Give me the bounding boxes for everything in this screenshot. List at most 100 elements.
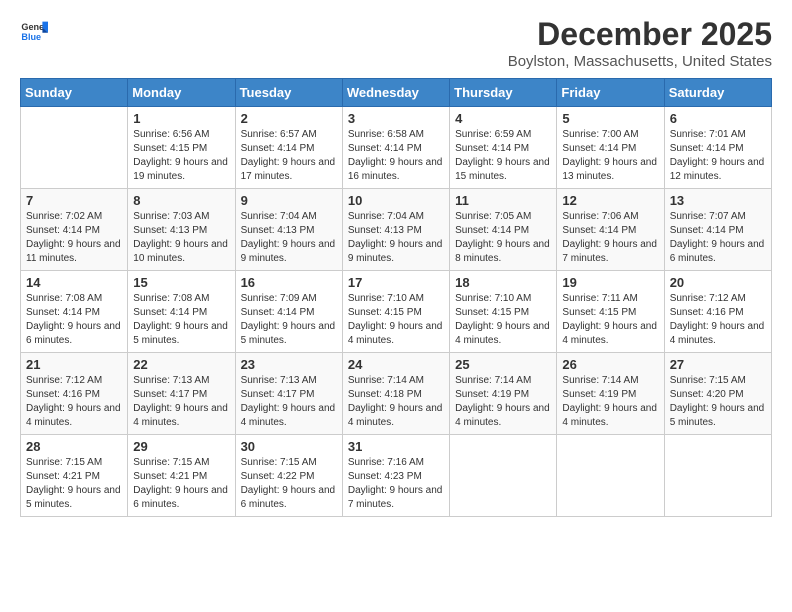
day-number: 20 (670, 275, 766, 290)
calendar-cell: 23Sunrise: 7:13 AMSunset: 4:17 PMDayligh… (235, 353, 342, 435)
day-number: 17 (348, 275, 444, 290)
cell-info: Sunrise: 7:09 AMSunset: 4:14 PMDaylight:… (241, 292, 337, 348)
day-number: 12 (562, 193, 658, 208)
cell-info: Sunrise: 7:01 AMSunset: 4:14 PMDaylight:… (670, 128, 766, 184)
calendar-cell: 26 Sunrise: 7:14 AMSunset: 4:19 PMDayligh… (557, 353, 664, 435)
cell-info: Sunrise: 7:13 AMSunset: 4:17 PMDaylight:… (241, 374, 337, 430)
cell-info: Sunrise: 6:56 AMSunset: 4:15 PMDaylight:… (133, 128, 229, 184)
cell-info: Sunrise: 7:12 AMSunset: 4:16 PMDaylight:… (26, 374, 122, 430)
cell-info: Sunrise: 7:00 AMSunset: 4:14 PMDaylight:… (562, 128, 658, 184)
day-number: 10 (348, 193, 444, 208)
day-header-wednesday: Wednesday (342, 79, 449, 107)
cell-info: Sunrise: 7:06 AMSunset: 4:14 PMDaylight:… (562, 210, 658, 266)
svg-text:Blue: Blue (21, 32, 41, 42)
day-number: 1 (133, 111, 229, 126)
day-number: 2 (241, 111, 337, 126)
cell-info: Sunrise: 7:15 AMSunset: 4:21 PMDaylight:… (133, 456, 229, 512)
calendar-cell: 21Sunrise: 7:12 AMSunset: 4:16 PMDayligh… (21, 353, 128, 435)
cell-info: Sunrise: 7:05 AMSunset: 4:14 PMDaylight:… (455, 210, 551, 266)
logo: General Blue (20, 16, 48, 44)
cell-info: Sunrise: 7:14 AMSunset: 4:19 PMDaylight:… (562, 374, 658, 430)
calendar-cell (664, 435, 771, 517)
cell-info: Sunrise: 7:10 AMSunset: 4:15 PMDaylight:… (348, 292, 444, 348)
calendar-cell: 30Sunrise: 7:15 AMSunset: 4:22 PMDayligh… (235, 435, 342, 517)
day-header-monday: Monday (128, 79, 235, 107)
cell-info: Sunrise: 7:04 AMSunset: 4:13 PMDaylight:… (241, 210, 337, 266)
cell-info: Sunrise: 7:08 AMSunset: 4:14 PMDaylight:… (26, 292, 122, 348)
day-number: 28 (26, 439, 122, 454)
day-number: 13 (670, 193, 766, 208)
cell-info: Sunrise: 7:14 AMSunset: 4:18 PMDaylight:… (348, 374, 444, 430)
day-number: 5 (562, 111, 658, 126)
cell-info: Sunrise: 7:16 AMSunset: 4:23 PMDaylight:… (348, 456, 444, 512)
calendar-cell (557, 435, 664, 517)
day-header-friday: Friday (557, 79, 664, 107)
calendar-cell: 13Sunrise: 7:07 AMSunset: 4:14 PMDayligh… (664, 189, 771, 271)
calendar-cell: 18Sunrise: 7:10 AMSunset: 4:15 PMDayligh… (450, 271, 557, 353)
day-number: 14 (26, 275, 122, 290)
calendar-cell: 24Sunrise: 7:14 AMSunset: 4:18 PMDayligh… (342, 353, 449, 435)
calendar-week-row: 14 Sunrise: 7:08 AMSunset: 4:14 PMDayligh… (21, 271, 772, 353)
calendar-cell: 3 Sunrise: 6:58 AMSunset: 4:14 PMDaylight… (342, 107, 449, 189)
cell-info: Sunrise: 7:04 AMSunset: 4:13 PMDaylight:… (348, 210, 444, 266)
calendar-cell: 16Sunrise: 7:09 AMSunset: 4:14 PMDayligh… (235, 271, 342, 353)
day-header-sunday: Sunday (21, 79, 128, 107)
calendar-cell: 19 Sunrise: 7:11 AMSunset: 4:15 PMDayligh… (557, 271, 664, 353)
day-number: 6 (670, 111, 766, 126)
day-header-thursday: Thursday (450, 79, 557, 107)
day-number: 7 (26, 193, 122, 208)
day-number: 27 (670, 357, 766, 372)
cell-info: Sunrise: 7:13 AMSunset: 4:17 PMDaylight:… (133, 374, 229, 430)
calendar-cell: 10 Sunrise: 7:04 AMSunset: 4:13 PMDayligh… (342, 189, 449, 271)
location-title: Boylston, Massachusetts, United States (508, 53, 772, 70)
cell-info: Sunrise: 7:15 AMSunset: 4:20 PMDaylight:… (670, 374, 766, 430)
cell-info: Sunrise: 7:14 AMSunset: 4:19 PMDaylight:… (455, 374, 551, 430)
calendar-cell: 31 Sunrise: 7:16 AMSunset: 4:23 PMDayligh… (342, 435, 449, 517)
calendar-cell: 4 Sunrise: 6:59 AMSunset: 4:14 PMDaylight… (450, 107, 557, 189)
calendar-cell: 5 Sunrise: 7:00 AMSunset: 4:14 PMDaylight… (557, 107, 664, 189)
day-number: 29 (133, 439, 229, 454)
calendar-cell: 11 Sunrise: 7:05 AMSunset: 4:14 PMDayligh… (450, 189, 557, 271)
day-number: 8 (133, 193, 229, 208)
cell-info: Sunrise: 7:12 AMSunset: 4:16 PMDaylight:… (670, 292, 766, 348)
calendar-cell: 1 Sunrise: 6:56 AMSunset: 4:15 PMDaylight… (128, 107, 235, 189)
day-number: 4 (455, 111, 551, 126)
cell-info: Sunrise: 6:59 AMSunset: 4:14 PMDaylight:… (455, 128, 551, 184)
calendar-week-row: 7Sunrise: 7:02 AMSunset: 4:14 PMDaylight… (21, 189, 772, 271)
cell-info: Sunrise: 7:03 AMSunset: 4:13 PMDaylight:… (133, 210, 229, 266)
day-header-tuesday: Tuesday (235, 79, 342, 107)
calendar-cell: 17 Sunrise: 7:10 AMSunset: 4:15 PMDayligh… (342, 271, 449, 353)
day-number: 9 (241, 193, 337, 208)
day-number: 15 (133, 275, 229, 290)
cell-info: Sunrise: 7:11 AMSunset: 4:15 PMDaylight:… (562, 292, 658, 348)
day-number: 25 (455, 357, 551, 372)
calendar-cell: 12 Sunrise: 7:06 AMSunset: 4:14 PMDayligh… (557, 189, 664, 271)
cell-info: Sunrise: 6:58 AMSunset: 4:14 PMDaylight:… (348, 128, 444, 184)
day-number: 31 (348, 439, 444, 454)
cell-info: Sunrise: 7:15 AMSunset: 4:21 PMDaylight:… (26, 456, 122, 512)
cell-info: Sunrise: 6:57 AMSunset: 4:14 PMDaylight:… (241, 128, 337, 184)
calendar-week-row: 1 Sunrise: 6:56 AMSunset: 4:15 PMDaylight… (21, 107, 772, 189)
calendar-cell (21, 107, 128, 189)
day-number: 19 (562, 275, 658, 290)
calendar-week-row: 28 Sunrise: 7:15 AMSunset: 4:21 PMDayligh… (21, 435, 772, 517)
calendar-table: SundayMondayTuesdayWednesdayThursdayFrid… (20, 78, 772, 517)
title-block: December 2025 Boylston, Massachusetts, U… (508, 16, 772, 70)
calendar-cell: 6 Sunrise: 7:01 AMSunset: 4:14 PMDaylight… (664, 107, 771, 189)
calendar-week-row: 21Sunrise: 7:12 AMSunset: 4:16 PMDayligh… (21, 353, 772, 435)
calendar-cell: 7Sunrise: 7:02 AMSunset: 4:14 PMDaylight… (21, 189, 128, 271)
day-header-saturday: Saturday (664, 79, 771, 107)
calendar-cell: 25 Sunrise: 7:14 AMSunset: 4:19 PMDayligh… (450, 353, 557, 435)
calendar-cell: 8 Sunrise: 7:03 AMSunset: 4:13 PMDaylight… (128, 189, 235, 271)
calendar-cell: 20 Sunrise: 7:12 AMSunset: 4:16 PMDayligh… (664, 271, 771, 353)
calendar-cell: 15Sunrise: 7:08 AMSunset: 4:14 PMDayligh… (128, 271, 235, 353)
month-title: December 2025 (508, 16, 772, 53)
day-number: 30 (241, 439, 337, 454)
calendar-cell: 27 Sunrise: 7:15 AMSunset: 4:20 PMDayligh… (664, 353, 771, 435)
day-number: 3 (348, 111, 444, 126)
calendar-header-row: SundayMondayTuesdayWednesdayThursdayFrid… (21, 79, 772, 107)
day-number: 18 (455, 275, 551, 290)
calendar-cell: 14 Sunrise: 7:08 AMSunset: 4:14 PMDayligh… (21, 271, 128, 353)
day-number: 11 (455, 193, 551, 208)
day-number: 26 (562, 357, 658, 372)
